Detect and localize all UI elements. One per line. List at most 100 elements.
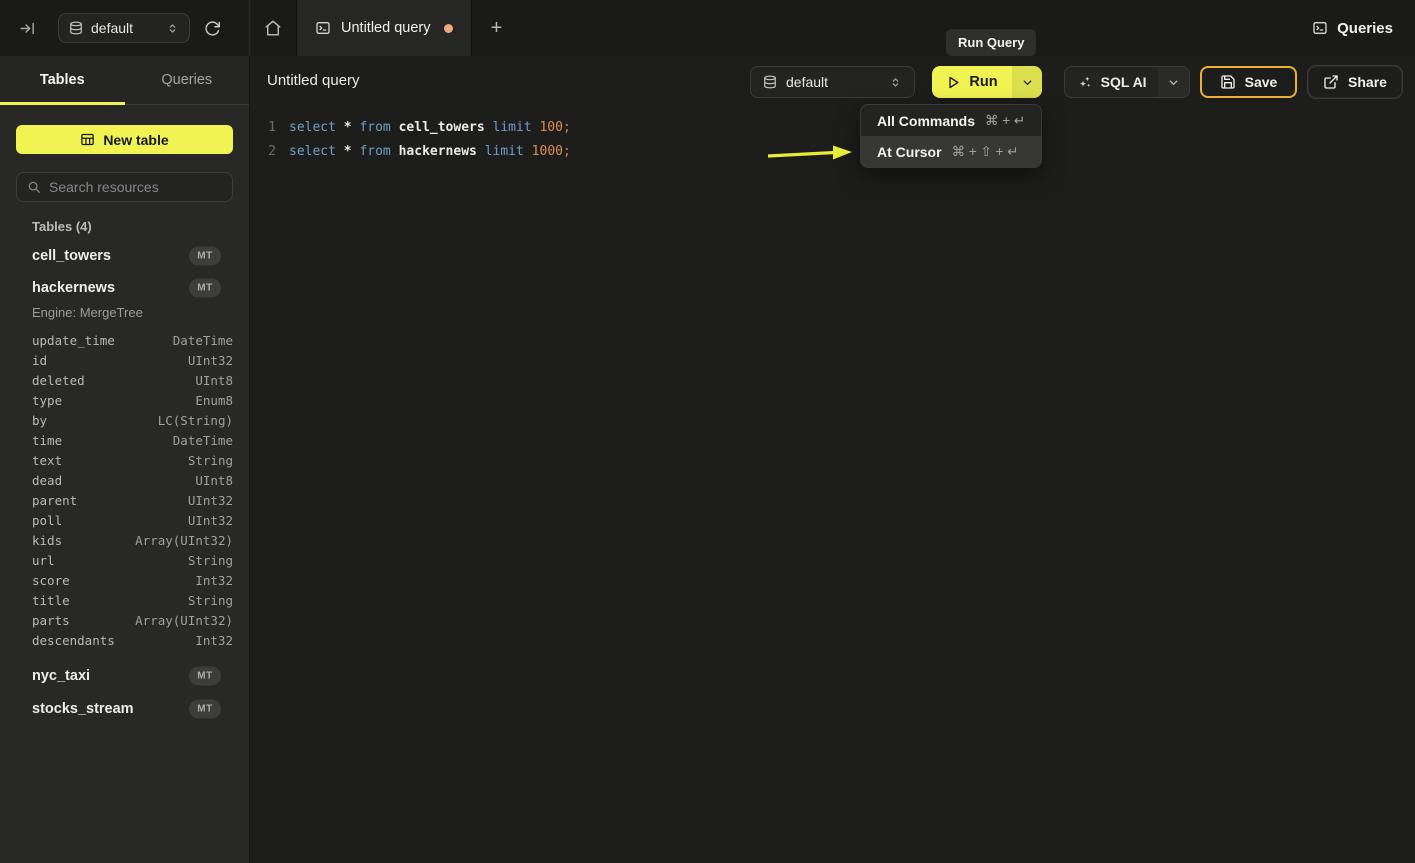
chevron-down-icon <box>1167 76 1180 89</box>
column-row: id UInt32 <box>0 350 250 370</box>
table-item-hackernews[interactable]: hackernews MT <box>0 276 250 300</box>
column-name: update_time <box>32 333 115 348</box>
play-icon <box>946 75 961 90</box>
save-icon <box>1220 74 1236 90</box>
queries-button[interactable]: Queries <box>1312 11 1393 45</box>
column-name: poll <box>32 513 62 528</box>
column-type: DateTime <box>173 433 233 448</box>
column-type: String <box>188 453 233 468</box>
home-icon <box>264 19 282 37</box>
line-number: 1 <box>250 116 276 140</box>
run-button-label: Run <box>969 74 997 90</box>
code-line[interactable]: 2select * from hackernews limit 1000; <box>250 140 1415 164</box>
run-query-tooltip: Run Query <box>946 29 1036 56</box>
column-type: String <box>188 593 233 608</box>
run-button[interactable]: Run <box>932 66 1012 98</box>
new-tab-button[interactable]: + <box>472 0 520 56</box>
engine-badge: MT <box>189 279 221 298</box>
column-row: poll UInt32 <box>0 510 250 530</box>
sidebar-tabs: Tables Queries <box>0 56 249 105</box>
search-icon <box>27 180 41 194</box>
home-button[interactable] <box>250 0 296 56</box>
column-name: title <box>32 593 70 608</box>
tables-section-label: Tables (4) <box>32 219 92 234</box>
table-grid-icon <box>80 132 95 147</box>
sql-ai-options-button[interactable] <box>1158 67 1189 97</box>
tab-strip: Untitled query + <box>250 0 1415 56</box>
run-options-button[interactable] <box>1012 66 1042 98</box>
tab-untitled-query[interactable]: Untitled query <box>296 0 472 56</box>
column-type: UInt32 <box>188 493 233 508</box>
code-line[interactable]: 1select * from cell_towers limit 100; <box>250 116 1415 140</box>
query-toolbar: Untitled query default Run <box>250 56 1415 108</box>
column-row: descendants Int32 <box>0 630 250 650</box>
app-window: default Untitled query <box>0 0 1415 863</box>
queries-button-label: Queries <box>1337 20 1393 37</box>
column-list: update_time DateTime id UInt32 deleted U… <box>0 330 250 650</box>
sql-ai-button[interactable]: SQL AI <box>1065 67 1158 97</box>
sql-editor[interactable]: 1select * from cell_towers limit 100;2se… <box>250 108 1415 863</box>
new-table-button[interactable]: New table <box>16 125 233 154</box>
table-item-stocks-stream[interactable]: stocks_stream MT <box>0 697 250 721</box>
column-row: by LC(String) <box>0 410 250 430</box>
database-selector-value: default <box>786 74 828 90</box>
share-button[interactable]: Share <box>1308 66 1402 98</box>
column-row: dead UInt8 <box>0 470 250 490</box>
column-type: UInt8 <box>195 373 233 388</box>
column-type: DateTime <box>173 333 233 348</box>
tab-queries[interactable]: Queries <box>125 56 250 104</box>
column-type: UInt8 <box>195 473 233 488</box>
column-row: deleted UInt8 <box>0 370 250 390</box>
refresh-button[interactable] <box>196 12 228 44</box>
column-name: dead <box>32 473 62 488</box>
column-row: kids Array(UInt32) <box>0 530 250 550</box>
column-name: parts <box>32 613 70 628</box>
column-type: Int32 <box>195 573 233 588</box>
share-icon <box>1323 74 1339 90</box>
column-type: LC(String) <box>158 413 233 428</box>
database-icon <box>69 21 83 35</box>
column-name: score <box>32 573 70 588</box>
sidebar: Tables Queries New table Tables (4) cell… <box>0 56 250 863</box>
column-type: UInt32 <box>188 353 233 368</box>
column-row: score Int32 <box>0 570 250 590</box>
tab-tables[interactable]: Tables <box>0 56 125 104</box>
menu-item-all-commands[interactable]: All Commands⌘ + ↵ <box>861 105 1041 136</box>
database-selector-value: default <box>91 20 133 36</box>
sql-ai-label: SQL AI <box>1101 74 1147 90</box>
column-name: kids <box>32 533 62 548</box>
search-input[interactable] <box>49 179 230 195</box>
table-item-cell-towers[interactable]: cell_towers MT <box>0 244 250 268</box>
column-row: text String <box>0 450 250 470</box>
column-type: String <box>188 553 233 568</box>
database-selector-top[interactable]: default <box>58 13 190 43</box>
column-type: Array(UInt32) <box>135 533 233 548</box>
tab-label: Untitled query <box>341 20 430 36</box>
column-type: Enum8 <box>195 393 233 408</box>
column-name: type <box>32 393 62 408</box>
search-box <box>16 172 233 202</box>
console-icon <box>1312 20 1328 36</box>
column-type: UInt32 <box>188 513 233 528</box>
top-bar: default Untitled query <box>0 0 1415 56</box>
chevron-updown-icon <box>166 22 179 35</box>
chevron-updown-icon <box>889 76 902 89</box>
collapse-sidebar-button[interactable] <box>10 11 44 45</box>
plus-icon: + <box>491 17 503 40</box>
menu-item-shortcut: ⌘ + ⇧ + ↵ <box>952 144 1019 160</box>
sparkles-icon <box>1077 74 1093 90</box>
engine-badge: MT <box>189 700 221 719</box>
query-title: Untitled query <box>267 72 360 89</box>
menu-item-at-cursor[interactable]: At Cursor⌘ + ⇧ + ↵ <box>861 136 1041 167</box>
column-row: parts Array(UInt32) <box>0 610 250 630</box>
column-row: url String <box>0 550 250 570</box>
database-selector[interactable]: default <box>750 66 915 98</box>
table-item-nyc-taxi[interactable]: nyc_taxi MT <box>0 664 250 688</box>
column-row: update_time DateTime <box>0 330 250 350</box>
column-name: by <box>32 413 47 428</box>
column-row: time DateTime <box>0 430 250 450</box>
column-type: Int32 <box>195 633 233 648</box>
save-button[interactable]: Save <box>1200 66 1297 98</box>
collapse-sidebar-icon <box>19 20 36 37</box>
code-lines: 1select * from cell_towers limit 100;2se… <box>250 116 1415 164</box>
